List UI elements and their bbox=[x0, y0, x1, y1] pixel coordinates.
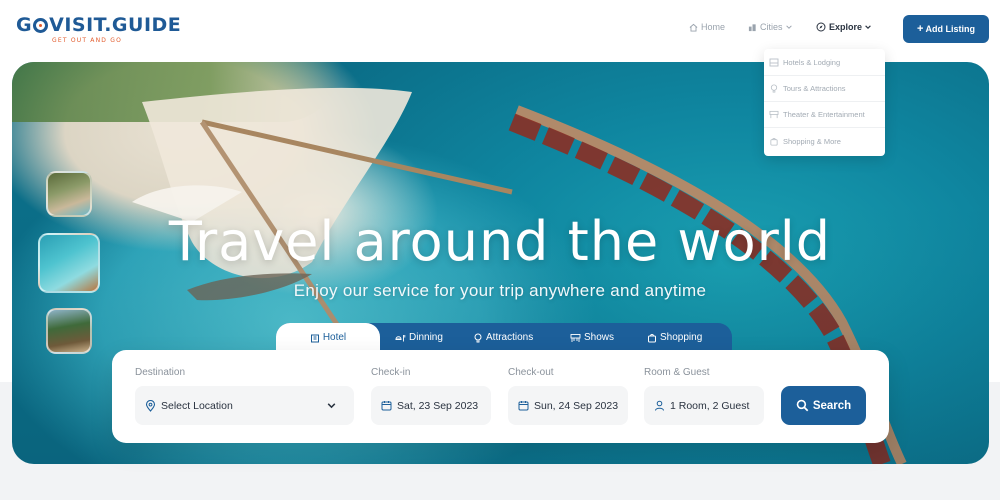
menu-item-label: Shopping & More bbox=[783, 136, 841, 146]
add-listing-button[interactable]: + Add Listing bbox=[903, 15, 989, 43]
tab-attractions[interactable]: Attractions bbox=[473, 323, 533, 352]
menu-item-label: Hotels & Lodging bbox=[783, 58, 841, 67]
buildings-icon bbox=[748, 23, 756, 31]
explore-dropdown-menu: Hotels & Lodging Tours & Attractions The… bbox=[764, 49, 885, 156]
tab-hotel[interactable]: Hotel bbox=[276, 323, 380, 352]
logo-tagline: GET OUT AND GO bbox=[52, 37, 122, 44]
room-guest-field[interactable]: 1 Room, 2 Guest bbox=[644, 386, 764, 425]
chevron-down-icon bbox=[785, 25, 792, 29]
checkin-date-field[interactable]: Sat, 23 Sep 2023 bbox=[371, 386, 491, 425]
person-icon bbox=[655, 400, 664, 411]
calendar-icon bbox=[518, 401, 529, 411]
menu-item-label: Tours & Attractions bbox=[783, 84, 846, 93]
hero-subtitle: Enjoy our service for your trip anywhere… bbox=[293, 281, 707, 300]
balloon-icon bbox=[474, 333, 482, 342]
balloon-icon bbox=[770, 84, 778, 93]
page: G VISIT.GUIDE GET OUT AND GO Home Cities… bbox=[0, 0, 1000, 500]
logo-compass-icon bbox=[33, 17, 49, 33]
tab-dinning[interactable]: Dinning bbox=[395, 323, 443, 352]
nav-explore[interactable]: Explore bbox=[816, 22, 875, 32]
checkout-label: Check-out bbox=[508, 367, 554, 378]
nav-cities-label: Cities bbox=[760, 22, 783, 32]
theater-icon bbox=[570, 333, 581, 342]
category-tabs: Hotel Dinning Attractions Shows Shopping bbox=[276, 323, 732, 352]
checkin-label: Check-in bbox=[371, 367, 411, 378]
home-icon bbox=[689, 23, 698, 32]
checkin-value: Sat, 23 Sep 2023 bbox=[397, 399, 479, 412]
tab-hotel-label: Hotel bbox=[322, 332, 347, 343]
hotel-icon bbox=[310, 334, 319, 342]
tab-attractions-label: Attractions bbox=[486, 332, 534, 343]
destination-value: Select Location bbox=[161, 399, 233, 412]
checkout-value: Sun, 24 Sep 2023 bbox=[534, 399, 619, 412]
nav-home-label: Home bbox=[701, 22, 726, 32]
search-button-label: Search bbox=[812, 399, 852, 412]
add-listing-label: Add Listing bbox=[925, 24, 975, 34]
bed-icon bbox=[769, 58, 779, 67]
gallery-thumbnail-palms[interactable] bbox=[46, 308, 92, 354]
bag-icon bbox=[770, 137, 778, 146]
search-button[interactable]: Search bbox=[781, 386, 866, 425]
tab-shows-label: Shows bbox=[584, 332, 615, 343]
checkout-date-field[interactable]: Sun, 24 Sep 2023 bbox=[508, 386, 628, 425]
theater-icon bbox=[769, 110, 779, 119]
logo-text-end: VISIT.GUIDE bbox=[49, 14, 182, 36]
destination-select[interactable]: Select Location bbox=[135, 386, 354, 425]
dining-icon bbox=[395, 334, 406, 341]
nav-explore-label: Explore bbox=[829, 22, 863, 32]
menu-item-tours-attractions[interactable]: Tours & Attractions bbox=[764, 76, 885, 102]
menu-item-theater-entertainment[interactable]: Theater & Entertainment bbox=[764, 102, 885, 128]
chevron-down-icon bbox=[327, 403, 336, 409]
menu-item-hotels-lodging[interactable]: Hotels & Lodging bbox=[764, 50, 885, 76]
compass-icon bbox=[816, 22, 826, 32]
location-pin-icon bbox=[145, 399, 156, 412]
menu-item-shopping-more[interactable]: Shopping & More bbox=[764, 128, 885, 154]
menu-item-label: Theater & Entertainment bbox=[783, 110, 865, 119]
chevron-down-icon bbox=[865, 25, 871, 29]
nav-home[interactable]: Home bbox=[689, 22, 725, 32]
destination-label: Destination bbox=[135, 367, 186, 378]
logo-wordmark: G VISIT.GUIDE bbox=[16, 14, 181, 36]
tab-shopping[interactable]: Shopping bbox=[647, 323, 702, 352]
tab-dinning-label: Dinning bbox=[409, 332, 443, 343]
guests-value: 1 Room, 2 Guest bbox=[670, 399, 750, 412]
calendar-icon bbox=[381, 401, 392, 411]
plus-icon: + bbox=[917, 23, 924, 35]
tab-shopping-label: Shopping bbox=[660, 332, 703, 343]
nav-cities[interactable]: Cities bbox=[748, 22, 796, 32]
bag-icon bbox=[648, 333, 656, 342]
search-icon bbox=[796, 399, 809, 412]
site-logo[interactable]: G VISIT.GUIDE GET OUT AND GO bbox=[16, 14, 181, 44]
guests-label: Room & Guest bbox=[644, 367, 710, 378]
tab-shows[interactable]: Shows bbox=[570, 323, 614, 352]
logo-text-start: G bbox=[16, 14, 33, 36]
hero-title: Travel around the world bbox=[168, 210, 832, 273]
